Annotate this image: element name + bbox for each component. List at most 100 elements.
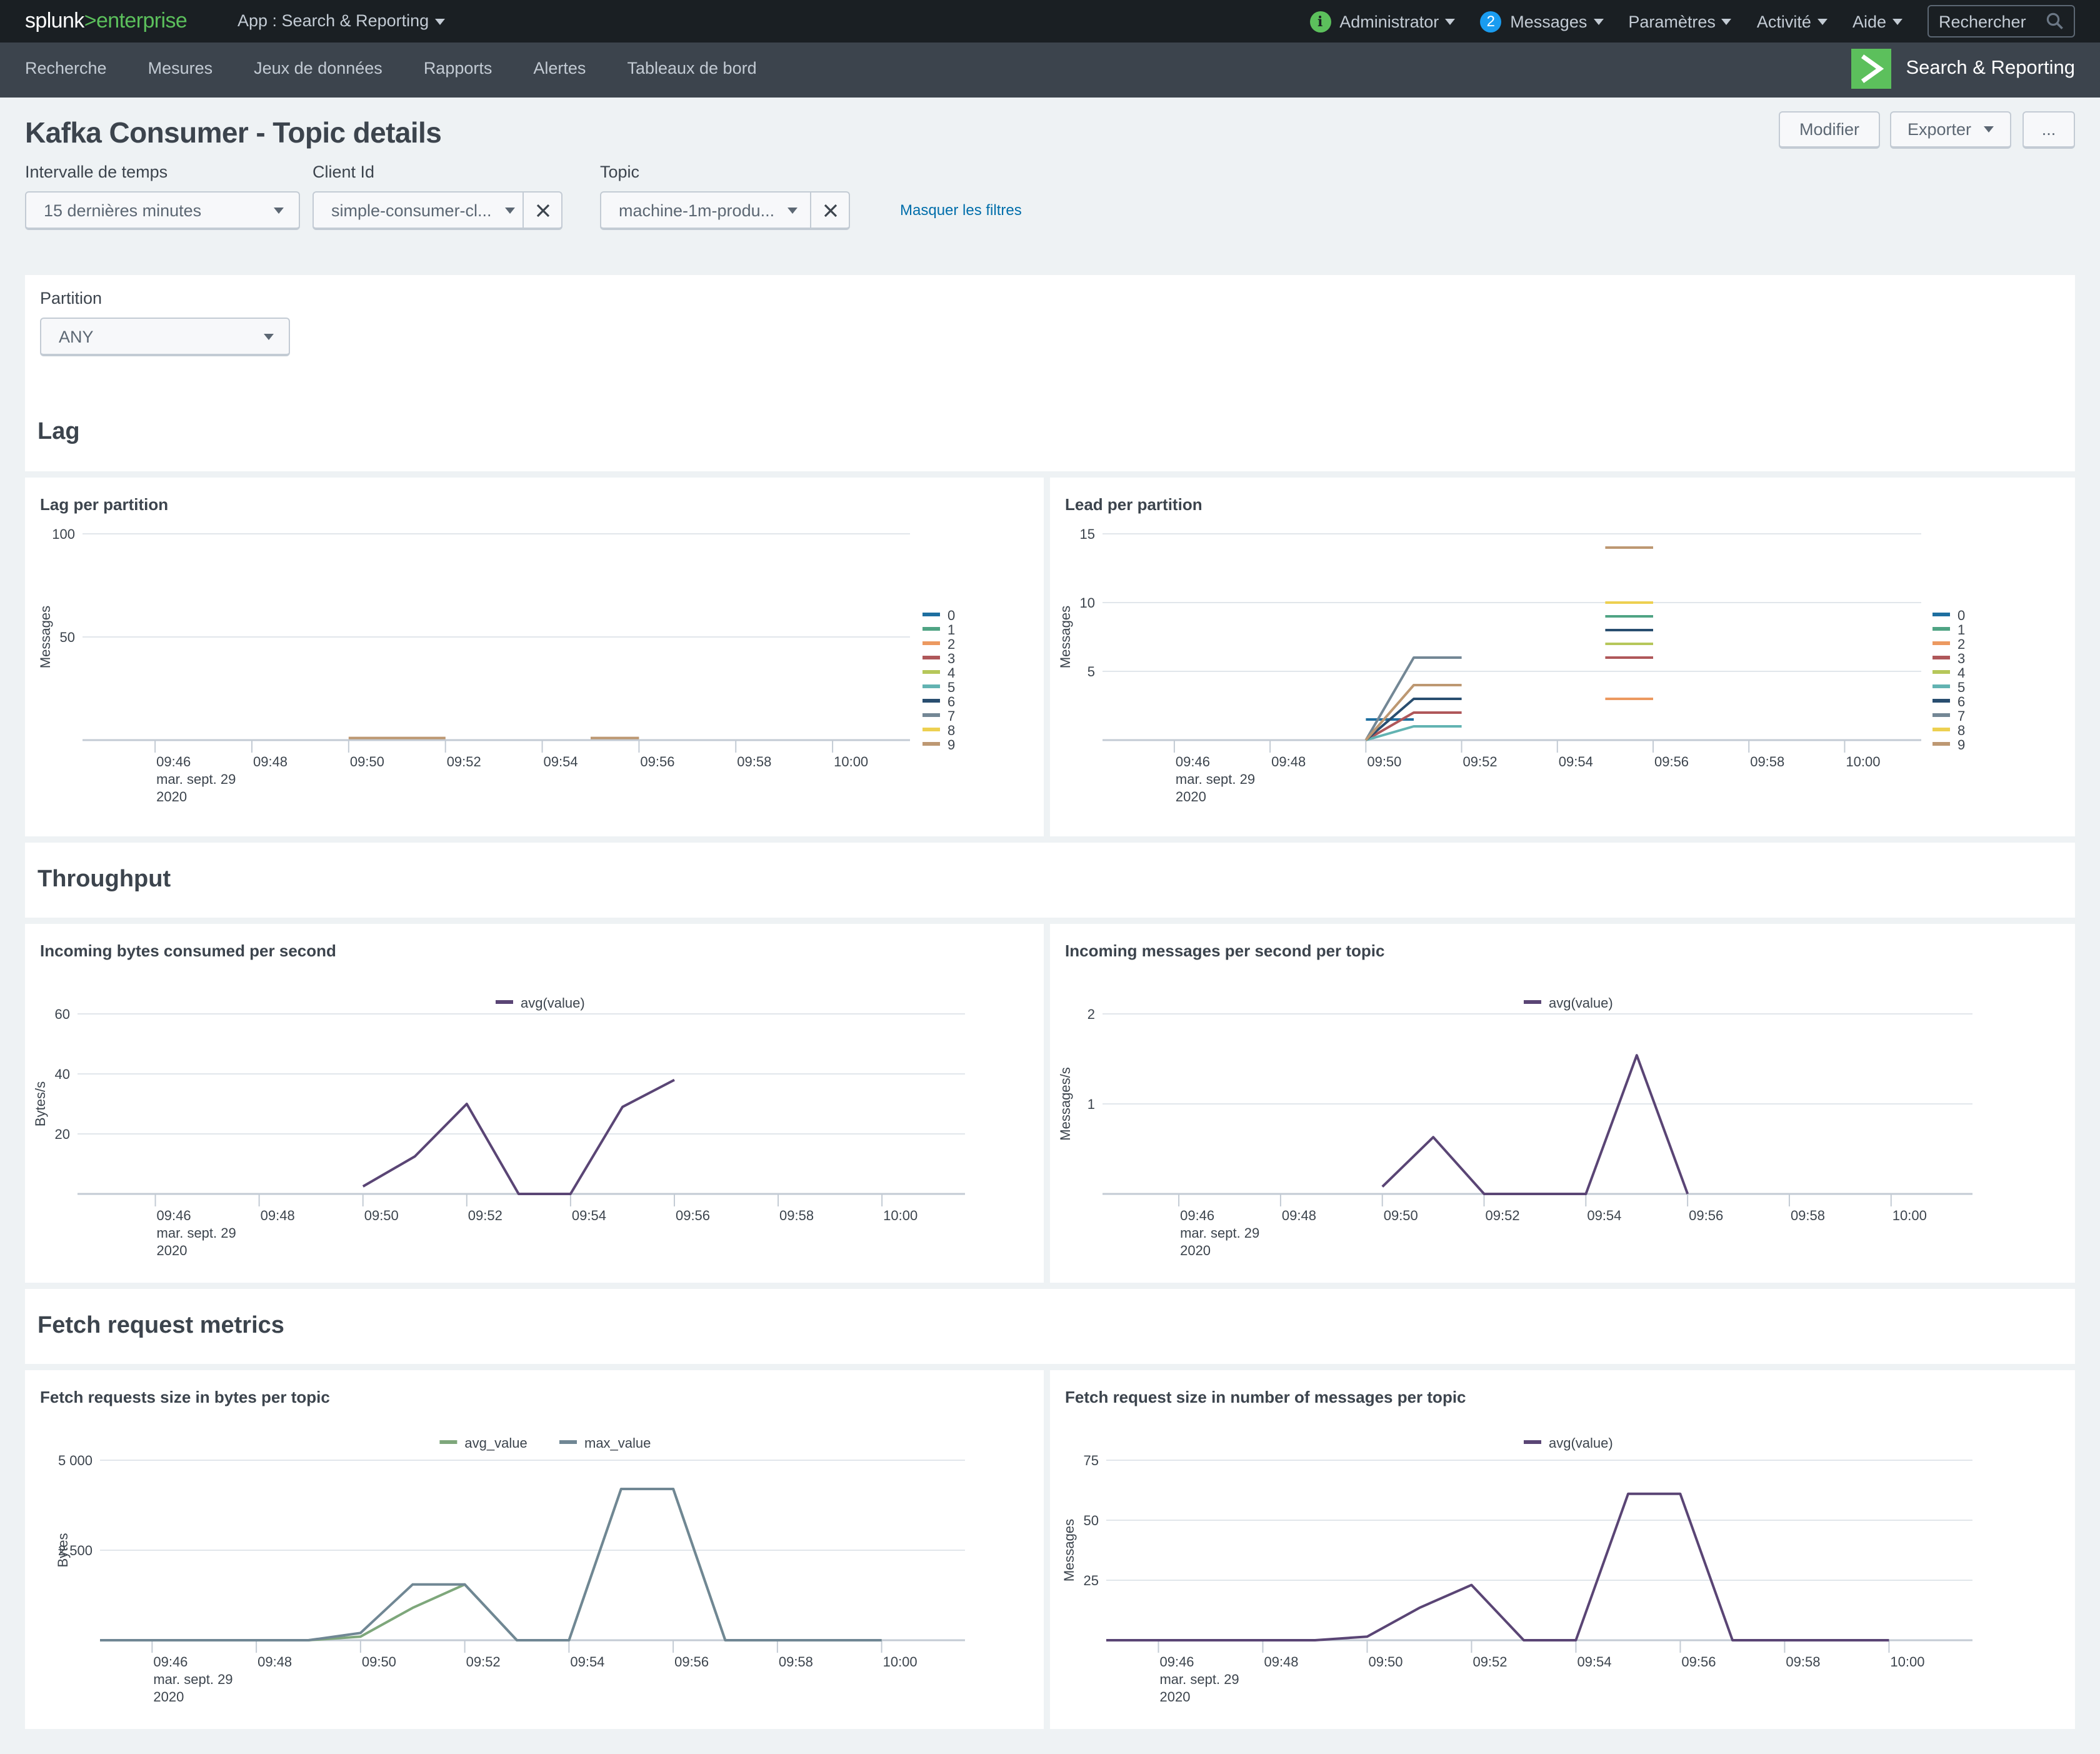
partition-filter-panel: Partition ANY Lag [25,275,2075,471]
legend-label: avg(value) [521,995,585,1011]
time-range-dropdown[interactable]: 15 dernières minutes [25,191,300,230]
app-name-label: Search & Reporting [1906,58,2075,79]
user-menu[interactable]: i Administrator [1309,11,1456,32]
app-menu[interactable]: App : Search & Reporting [238,11,446,30]
topic-clear-button[interactable] [810,193,849,228]
x-tick-label: 09:58 [1750,754,1784,769]
x-date-label: mar. sept. 29 [153,1671,232,1687]
x-tick-label: 09:58 [1786,1654,1820,1670]
topic-dropdown[interactable]: machine-1m-produ... [600,191,850,230]
legend-label: 7 [948,708,955,724]
y-tick-label: 5 000 [58,1453,92,1468]
global-search-input[interactable]: Rechercher [1928,5,2075,38]
legend-label: 4 [1958,665,1965,681]
hide-filters-link[interactable]: Masquer les filtres [900,201,1022,219]
chevron-down-icon [1445,18,1456,24]
legend-label: 5 [948,679,955,695]
chevron-down-icon [505,207,515,213]
legend-label: 8 [1958,723,1965,738]
section-heading-fetch-request-metrics: Fetch request metrics [38,1313,284,1339]
time-range-label: Intervalle de temps [25,163,168,181]
page-title: Kafka Consumer - Topic details [25,116,442,149]
x-tick-label: 09:54 [1559,754,1593,769]
x-tick-label: 09:54 [544,754,578,769]
client-id-clear-button[interactable] [522,193,561,228]
legend-swatch [1932,684,1950,688]
x-tick-label: 09:46 [153,1654,188,1670]
x-tick-label: 09:58 [779,1654,813,1670]
messages-menu[interactable]: 2 Messages [1480,11,1604,32]
search-icon [2046,13,2063,29]
x-date-label: 2020 [153,1689,184,1705]
legend-label: 6 [1958,694,1965,709]
fetch-messages-panel: Fetch request size in number of messages… [1050,1370,2075,1729]
legend-label: 9 [948,737,955,753]
x-tick-label: 09:52 [1486,1208,1520,1223]
nav-item-rapports[interactable]: Rapports [424,59,492,78]
y-tick-label: 75 [1084,1453,1099,1468]
legend-label: avg(value) [1549,1435,1613,1451]
series-line-avg(value) [362,1078,675,1195]
help-menu[interactable]: Aide [1852,12,1902,31]
panel-title: Incoming bytes consumed per second [40,941,336,960]
nav-item-recherche[interactable]: Recherche [25,59,107,78]
fetch-metrics-section-panel: Fetch request metrics [25,1289,2075,1364]
incoming-messages-panel: Incoming messages per second per topic 1… [1050,924,2075,1283]
legend-swatch [559,1440,577,1444]
x-tick-label: 09:48 [1282,1208,1316,1223]
edit-button[interactable]: Modifier [1779,111,1880,149]
x-date-label: mar. sept. 29 [157,1225,236,1241]
fetch-messages-chart: 25 50 75 Messages 09:46 09:48 09:50 09:52 09:54 0… [1061,1435,1972,1705]
x-date-label: mar. sept. 29 [156,771,236,787]
x-tick-label: 10:00 [1890,1654,1924,1670]
x-tick-label: 09:46 [157,1208,191,1223]
legend-swatch [1932,656,1950,659]
y-tick-label: 2 [1088,1006,1095,1022]
nav-item-tableaux-de-bord[interactable]: Tableaux de bord [627,59,756,78]
nav-item-alertes[interactable]: Alertes [533,59,586,78]
x-date-label: 2020 [1176,789,1206,804]
activity-menu-label: Activité [1756,12,1811,31]
legend-label: 1 [1958,622,1965,638]
lead-per-partition-chart: 51015Messages09:46 09:48 09:50 09:52 09:54 09… [1058,526,1965,804]
partition-dropdown[interactable]: ANY [40,318,290,356]
legend-label: 6 [948,694,955,709]
x-tick-label: 09:56 [674,1654,709,1670]
legend-swatch [1932,699,1950,703]
chevron-down-icon [1984,126,1994,133]
x-tick-label: 09:46 [1180,1208,1214,1223]
y-tick-label: 20 [55,1126,70,1142]
x-tick-label: 09:46 [1159,1654,1194,1670]
y-tick-label: 50 [1084,1513,1099,1528]
app-name[interactable]: Search & Reporting [1851,49,2075,89]
y-tick-label: 10 [1080,595,1095,611]
x-tick-label: 09:52 [466,1654,501,1670]
x-tick-label: 10:00 [1846,754,1880,769]
throughput-section-panel: Throughput [25,843,2075,918]
fetch-bytes-chart: 2 5005 000Bytes09:46 09:48 09:50 09:52 09:54… [55,1435,965,1705]
nav-item-mesures[interactable]: Mesures [148,59,213,78]
legend-swatch [922,684,940,688]
legend-swatch [922,656,940,659]
x-tick-label: 09:50 [1368,1654,1402,1670]
close-icon [823,203,837,217]
settings-menu[interactable]: Paramètres [1628,12,1732,31]
y-tick-label: 1 [1088,1096,1095,1112]
splunk-enterprise-logo[interactable]: splunk>enterprise [25,9,188,34]
x-date-label: 2020 [156,789,187,804]
app-menu-label: App : Search & Reporting [238,11,429,30]
logo-splunk: splunk [25,9,84,33]
messages-count-badge: 2 [1480,11,1502,32]
activity-menu[interactable]: Activité [1757,12,1828,31]
nav-item-jeux-de-donnees[interactable]: Jeux de données [254,59,382,78]
legend-label: 3 [948,651,955,666]
chevron-down-icon [1721,18,1732,24]
client-id-dropdown[interactable]: simple-consumer-cl... [312,191,562,230]
export-button[interactable]: Exporter [1890,111,2011,149]
more-actions-button[interactable]: ... [2022,111,2075,149]
y-axis-label: Bytes/s [32,1081,48,1126]
incoming-bytes-panel: Incoming bytes consumed per second 20 40 6… [25,924,1044,1283]
x-tick-label: 09:58 [737,754,771,769]
x-date-label: 2020 [157,1243,188,1258]
y-tick-label: 50 [60,629,75,645]
